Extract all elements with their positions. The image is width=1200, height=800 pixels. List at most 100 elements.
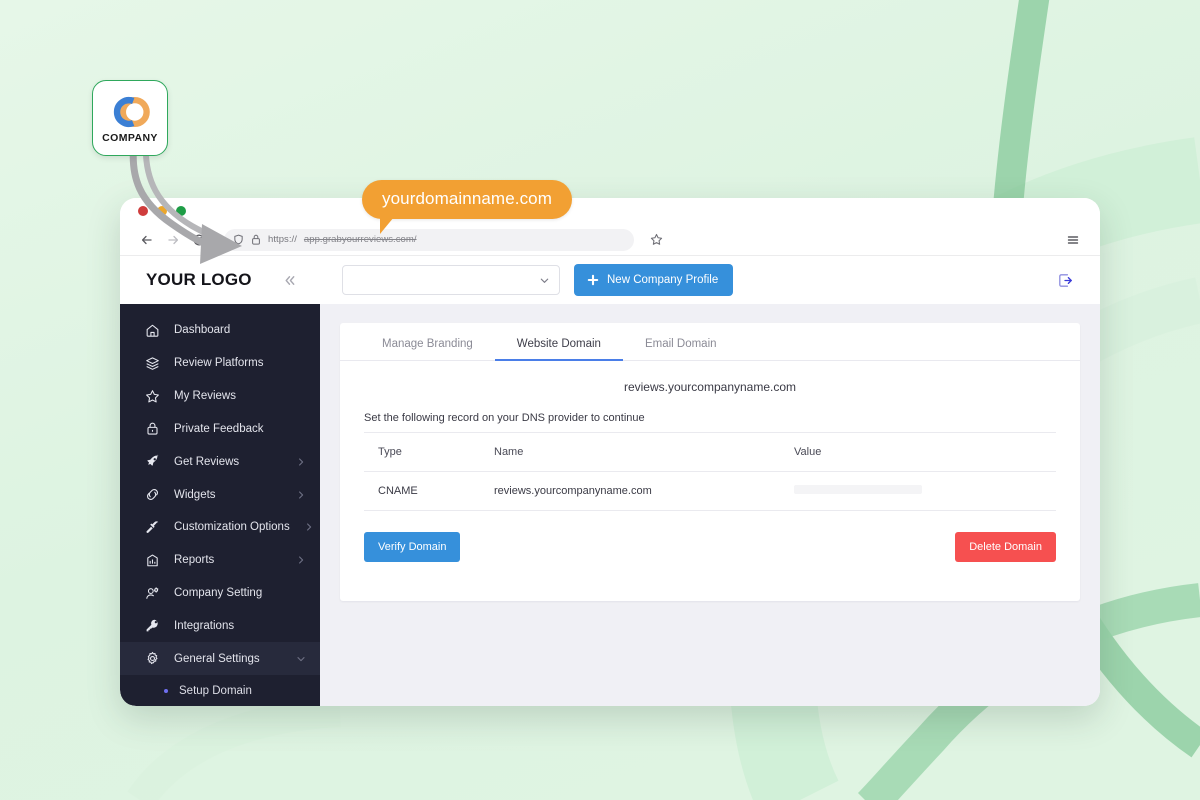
layers-icon: [144, 355, 160, 371]
company-profile-select[interactable]: [342, 265, 560, 295]
sidebar-item-label: My Reviews: [174, 390, 306, 402]
lock-icon: [144, 421, 160, 437]
company-logo-label: COMPANY: [102, 133, 158, 144]
domain-tooltip: yourdomainname.com: [362, 180, 572, 219]
forward-arrow-icon: [160, 227, 186, 253]
chevron-double-left-icon[interactable]: [282, 273, 297, 288]
settings-tabs: Manage Branding Website Domain Email Dom…: [340, 323, 1080, 361]
dns-record-table: Type Name Value CNAME reviews.yourcompan…: [364, 432, 1056, 511]
sidebar-item-private-feedback[interactable]: Private Feedback: [120, 412, 320, 445]
sidebar-item-label: Integrations: [174, 620, 306, 632]
sidebar-item-label: Company Setting: [174, 587, 306, 599]
plus-icon: [587, 274, 599, 286]
app-header: YOUR LOGO New Company Profile: [120, 256, 1100, 304]
logout-icon: [1056, 271, 1075, 290]
sidebar-item-widgets[interactable]: Widgets: [120, 478, 320, 511]
tab-website-domain[interactable]: Website Domain: [495, 338, 623, 361]
window-minimize-button[interactable]: [157, 206, 167, 216]
sidebar-subitem-label: Setup Domain: [179, 685, 252, 697]
url-host-text: app.grabyourreviews.com/: [304, 234, 417, 245]
chevron-right-icon: [296, 457, 306, 467]
hammer-icon: [144, 519, 160, 535]
chart-icon: [144, 552, 160, 568]
hamburger-menu-icon[interactable]: [1060, 227, 1086, 253]
company-logo-icon: [106, 93, 154, 131]
sidebar-item-integrations[interactable]: Integrations: [120, 609, 320, 642]
chevron-down-icon: [296, 654, 306, 664]
sidebar-item-label: Customization Options: [174, 521, 290, 533]
tab-email-domain[interactable]: Email Domain: [623, 338, 739, 361]
back-arrow-icon[interactable]: [134, 227, 160, 253]
chevron-right-icon: [304, 522, 314, 532]
table-header-row: Type Name Value: [364, 433, 1056, 472]
rocket-icon: [144, 454, 160, 470]
home-icon: [144, 322, 160, 338]
domain-tooltip-text: yourdomainname.com: [382, 189, 552, 208]
tooltip-tail: [380, 217, 394, 234]
delete-domain-label: Delete Domain: [969, 541, 1042, 553]
sidebar-item-general-settings[interactable]: General Settings: [120, 642, 320, 675]
domain-actions: Verify Domain Delete Domain: [340, 511, 1080, 562]
user-gear-icon: [144, 585, 160, 601]
window-close-button[interactable]: [138, 206, 148, 216]
chevron-right-icon: [296, 490, 306, 500]
new-company-profile-button[interactable]: New Company Profile: [574, 264, 733, 296]
key-icon: [144, 618, 160, 634]
sidebar-item-label: Dashboard: [174, 324, 306, 336]
new-company-profile-label: New Company Profile: [607, 274, 718, 286]
app-logo-zone: YOUR LOGO: [120, 256, 320, 304]
logout-button[interactable]: [1030, 256, 1100, 304]
url-scheme-text: https://: [268, 234, 297, 245]
column-header-type: Type: [364, 446, 494, 458]
tab-label: Manage Branding: [382, 338, 473, 350]
cell-type: CNAME: [364, 485, 494, 497]
sidebar-item-customization-options[interactable]: Customization Options: [120, 511, 320, 544]
browser-window: https:// app.grabyourreviews.com/ YOUR L…: [120, 198, 1100, 706]
redacted-value-placeholder: [794, 485, 922, 494]
browser-titlebar: [120, 198, 1100, 224]
reload-icon[interactable]: [186, 227, 212, 253]
sidebar-item-get-reviews[interactable]: Get Reviews: [120, 445, 320, 478]
sidebar-item-label: Private Feedback: [174, 423, 306, 435]
sidebar-item-my-reviews[interactable]: My Reviews: [120, 380, 320, 413]
shield-icon: [233, 234, 244, 245]
bullet-dot-icon: [164, 689, 168, 693]
window-maximize-button[interactable]: [176, 206, 186, 216]
chevron-right-icon: [296, 555, 306, 565]
lock-icon: [251, 234, 261, 245]
tab-label: Email Domain: [645, 338, 717, 350]
star-icon: [144, 388, 160, 404]
url-address-bar[interactable]: https:// app.grabyourreviews.com/: [224, 229, 634, 251]
sidebar-item-label: Reports: [174, 554, 282, 566]
delete-domain-button[interactable]: Delete Domain: [955, 532, 1056, 562]
sidebar-subitem-setup-domain[interactable]: Setup Domain: [120, 675, 320, 706]
verify-domain-button[interactable]: Verify Domain: [364, 532, 460, 562]
sidebar-item-label: Get Reviews: [174, 456, 282, 468]
domain-settings-card: Manage Branding Website Domain Email Dom…: [340, 323, 1080, 601]
tab-manage-branding[interactable]: Manage Branding: [360, 338, 495, 361]
column-header-value: Value: [794, 446, 1056, 458]
sidebar-item-label: Review Platforms: [174, 357, 306, 369]
app-body: Dashboard Review Platforms My Reviews: [120, 304, 1100, 706]
column-header-name: Name: [494, 446, 794, 458]
gear-icon: [144, 651, 160, 667]
sidebar-item-label: Widgets: [174, 489, 282, 501]
table-row: CNAME reviews.yourcompanyname.com: [364, 472, 1056, 511]
verify-domain-label: Verify Domain: [378, 541, 446, 553]
sidebar-item-label: General Settings: [174, 653, 282, 665]
main-content: Manage Branding Website Domain Email Dom…: [320, 304, 1100, 706]
company-logo-badge: COMPANY: [92, 80, 168, 156]
star-icon[interactable]: [644, 229, 668, 251]
sidebar-item-reports[interactable]: Reports: [120, 544, 320, 577]
widget-icon: [144, 487, 160, 503]
browser-toolbar: https:// app.grabyourreviews.com/: [120, 224, 1100, 256]
chevron-down-icon: [539, 275, 550, 286]
app-logo-text: YOUR LOGO: [146, 270, 252, 290]
sidebar-item-review-platforms[interactable]: Review Platforms: [120, 347, 320, 380]
sidebar-item-company-setting[interactable]: Company Setting: [120, 577, 320, 610]
current-domain-display: reviews.yourcompanyname.com: [340, 361, 1080, 394]
dns-instruction-text: Set the following record on your DNS pro…: [340, 394, 1080, 424]
sidebar-item-dashboard[interactable]: Dashboard: [120, 314, 320, 347]
tab-label: Website Domain: [517, 338, 601, 350]
sidebar-nav: Dashboard Review Platforms My Reviews: [120, 304, 320, 706]
